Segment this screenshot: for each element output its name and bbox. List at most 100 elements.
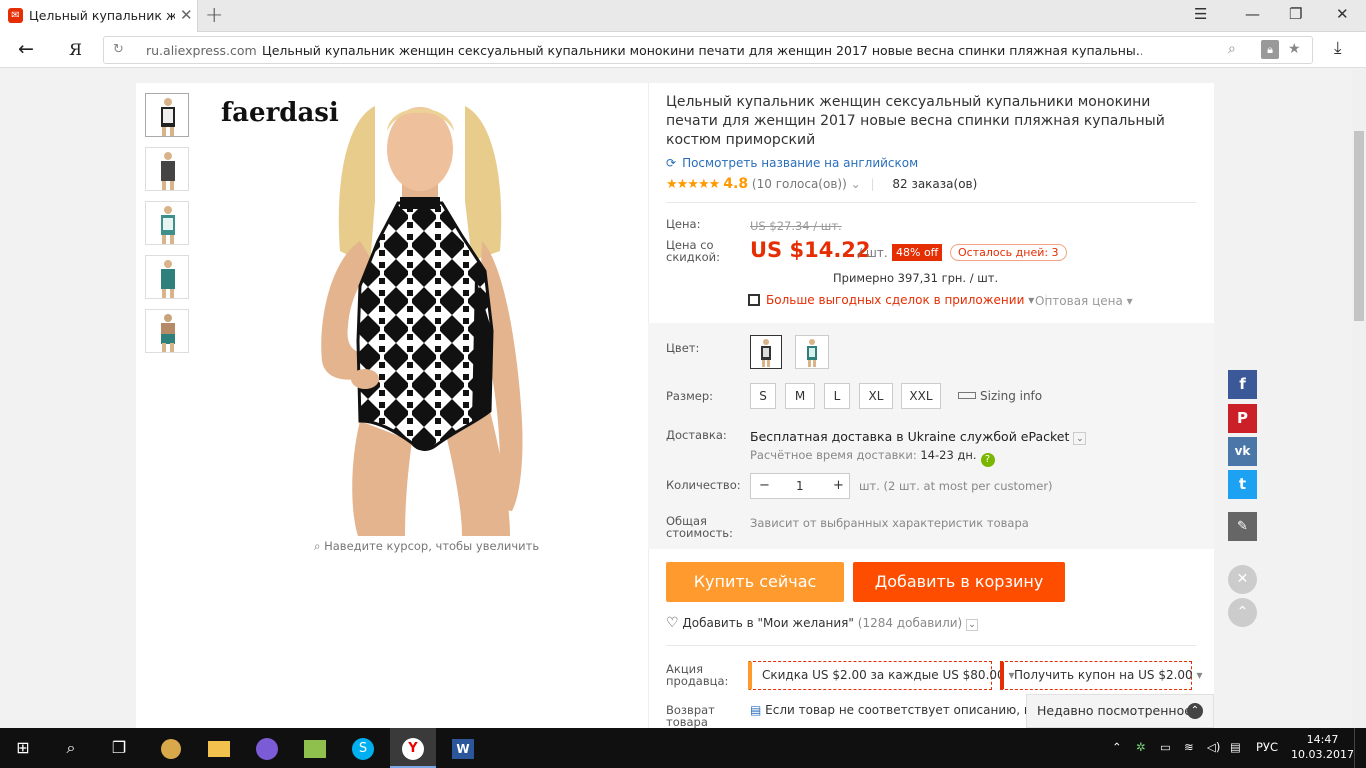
add-to-cart-button[interactable]: Добавить в корзину: [853, 562, 1065, 602]
sizing-info-link[interactable]: Sizing info: [958, 389, 1042, 403]
wishlist-count: (1284 добавили): [857, 616, 963, 630]
file-explorer-icon[interactable]: [196, 728, 242, 768]
notes-app-icon[interactable]: [292, 728, 338, 768]
product-title: Цельный купальник женщин сексуальный куп…: [666, 94, 1165, 148]
discount-badge: 48% off: [892, 244, 943, 261]
search-icon[interactable]: ⌕: [48, 728, 94, 768]
reload-icon[interactable]: ↻: [113, 42, 124, 57]
english-title-link[interactable]: ⟳ Посмотреть название на английском: [666, 156, 918, 170]
close-window-icon[interactable]: ✕: [1336, 5, 1349, 23]
get-coupon[interactable]: Получить купон на US $2.00 ▾: [1000, 661, 1203, 690]
recently-viewed-bar[interactable]: Недавно посмотренное ⌃: [1026, 694, 1214, 728]
minimize-icon[interactable]: —: [1245, 5, 1260, 23]
chevron-down-icon[interactable]: ⌄: [1073, 432, 1087, 445]
page-scrollbar[interactable]: [1352, 69, 1366, 728]
thumbnail-2[interactable]: [145, 147, 189, 191]
size-option-xl[interactable]: XL: [859, 383, 893, 409]
quantity-label: Количество:: [666, 478, 741, 492]
size-option-xxl[interactable]: XXL: [901, 383, 941, 409]
windows-start-icon[interactable]: ⊞: [0, 728, 46, 768]
bookmark-star-icon[interactable]: ★: [1288, 41, 1301, 57]
help-icon[interactable]: ?: [980, 453, 995, 467]
network-share-icon[interactable]: ✲: [1136, 740, 1146, 754]
decrease-button[interactable]: −: [759, 478, 770, 493]
quantity-input[interactable]: 1: [796, 479, 804, 493]
color-option-teal[interactable]: [795, 335, 829, 369]
new-tab-icon[interactable]: +: [205, 3, 223, 28]
facebook-share-icon[interactable]: f: [1228, 370, 1257, 399]
action-center-icon[interactable]: ▤: [1230, 740, 1241, 754]
browser-tab[interactable]: ✉ Цельный купальник жен ✕: [0, 0, 198, 32]
battery-icon[interactable]: ▭: [1160, 740, 1171, 754]
wholesale-price-link[interactable]: Оптовая цена ▾: [1035, 294, 1133, 308]
delivery-time-value: 14-23 дн.: [920, 448, 977, 462]
seller-discount-text: Скидка US $2.00 за каждые US $80.00: [762, 668, 1005, 682]
thumbnail-5[interactable]: [145, 309, 189, 353]
language-indicator[interactable]: РУС: [1256, 740, 1278, 754]
chevron-down-icon[interactable]: ⌄: [966, 619, 979, 631]
chevron-up-icon[interactable]: ⌃: [1187, 703, 1203, 719]
wholesale-text: Оптовая цена: [1035, 294, 1123, 308]
twitter-share-icon[interactable]: t: [1228, 470, 1257, 499]
get-coupon-text: Получить купон на US $2.00: [1014, 668, 1193, 682]
restore-icon[interactable]: ❐: [1289, 5, 1302, 23]
quantity-stepper: − 1 +: [750, 473, 850, 499]
clock[interactable]: 14:47 10.03.2017: [1291, 732, 1354, 762]
delivery-time-label: Расчётное время доставки:: [750, 448, 917, 462]
pinterest-share-icon[interactable]: P: [1228, 404, 1257, 433]
buy-now-button[interactable]: Купить сейчас: [666, 562, 844, 602]
votes-count[interactable]: (10 голоса(ов)): [752, 177, 847, 191]
scroll-top-icon[interactable]: ⌃: [1228, 598, 1257, 627]
wishlist-text: Добавить в "Мои желания": [682, 616, 854, 630]
show-desktop-button[interactable]: [1354, 728, 1366, 768]
back-arrow-icon[interactable]: ←: [18, 38, 34, 60]
close-tab-icon[interactable]: ✕: [180, 6, 193, 24]
scrollbar-thumb[interactable]: [1354, 131, 1364, 321]
translate-icon: ⟳: [666, 156, 677, 170]
return-label: Возврат товара: [666, 703, 715, 729]
discount-price-label: Цена со скидкой:: [666, 238, 721, 264]
size-option-l[interactable]: L: [824, 383, 850, 409]
url-host: ru.aliexpress.com: [146, 43, 257, 58]
url-field[interactable]: ↻ ru.aliexpress.com Цельный купальник же…: [103, 36, 1313, 64]
wifi-icon[interactable]: ≋: [1184, 740, 1194, 754]
separator: |: [870, 177, 875, 191]
total-label: Общая стоимость:: [666, 514, 733, 540]
seller-discount[interactable]: Скидка US $2.00 за каждые US $80.00 ▾: [748, 661, 1015, 690]
yandex-logo-icon[interactable]: Я: [69, 40, 82, 59]
menu-icon[interactable]: ☰: [1194, 5, 1207, 23]
tray-chevron-icon[interactable]: ⌃: [1112, 740, 1122, 754]
download-icon[interactable]: ⤓: [1334, 38, 1342, 58]
increase-button[interactable]: +: [833, 478, 844, 493]
taskbar: ⊞ ⌕ ❐ S Y W ⌃ ✲ ▭ ≋ ◁) ▤ РУС 14:47 10.03.…: [0, 728, 1366, 768]
lock-icon[interactable]: 🔒︎: [1261, 40, 1279, 59]
close-circle-icon[interactable]: ✕: [1228, 565, 1257, 594]
chevron-down-icon[interactable]: ⌄: [851, 177, 861, 191]
volume-icon[interactable]: ◁): [1207, 740, 1220, 754]
size-option-m[interactable]: M: [785, 383, 815, 409]
shipping-info[interactable]: Бесплатная доставка в Ukraine службой eP…: [750, 429, 1087, 445]
thumbnail-3[interactable]: [145, 201, 189, 245]
task-view-icon[interactable]: ❐: [96, 728, 142, 768]
yandex-browser-icon[interactable]: Y: [390, 728, 436, 768]
search-page-icon[interactable]: ⌕: [1228, 41, 1236, 57]
return-icon: ▤: [750, 703, 762, 717]
word-icon[interactable]: W: [440, 728, 486, 768]
paint-app-icon[interactable]: [148, 728, 194, 768]
thumbnail-4[interactable]: [145, 255, 189, 299]
vk-share-icon[interactable]: vk: [1228, 437, 1257, 466]
delivery-time: Расчётное время доставки: 14-23 дн.?: [750, 448, 995, 467]
product-page: faerdasi ⌕ Наведите курсор, чтобы увелич…: [136, 83, 1214, 728]
size-option-s[interactable]: S: [750, 383, 776, 409]
skype-icon[interactable]: S: [340, 728, 386, 768]
thumbnail-1[interactable]: [145, 93, 189, 137]
shipping-prefix: Бесплатная доставка в: [750, 429, 904, 444]
size-label: Размер:: [666, 389, 714, 403]
edit-pencil-icon[interactable]: ✎: [1228, 512, 1257, 541]
wishlist-link[interactable]: ♡ Добавить в "Мои желания" (1284 добавил…: [666, 615, 979, 631]
rating-stars: ★★★★★: [666, 177, 720, 192]
color-option-black[interactable]: [750, 335, 782, 369]
main-product-image[interactable]: faerdasi: [200, 91, 640, 536]
viber-icon[interactable]: [244, 728, 290, 768]
app-deals-link[interactable]: Больше выгодных сделок в приложении ▾ |: [748, 293, 1048, 307]
